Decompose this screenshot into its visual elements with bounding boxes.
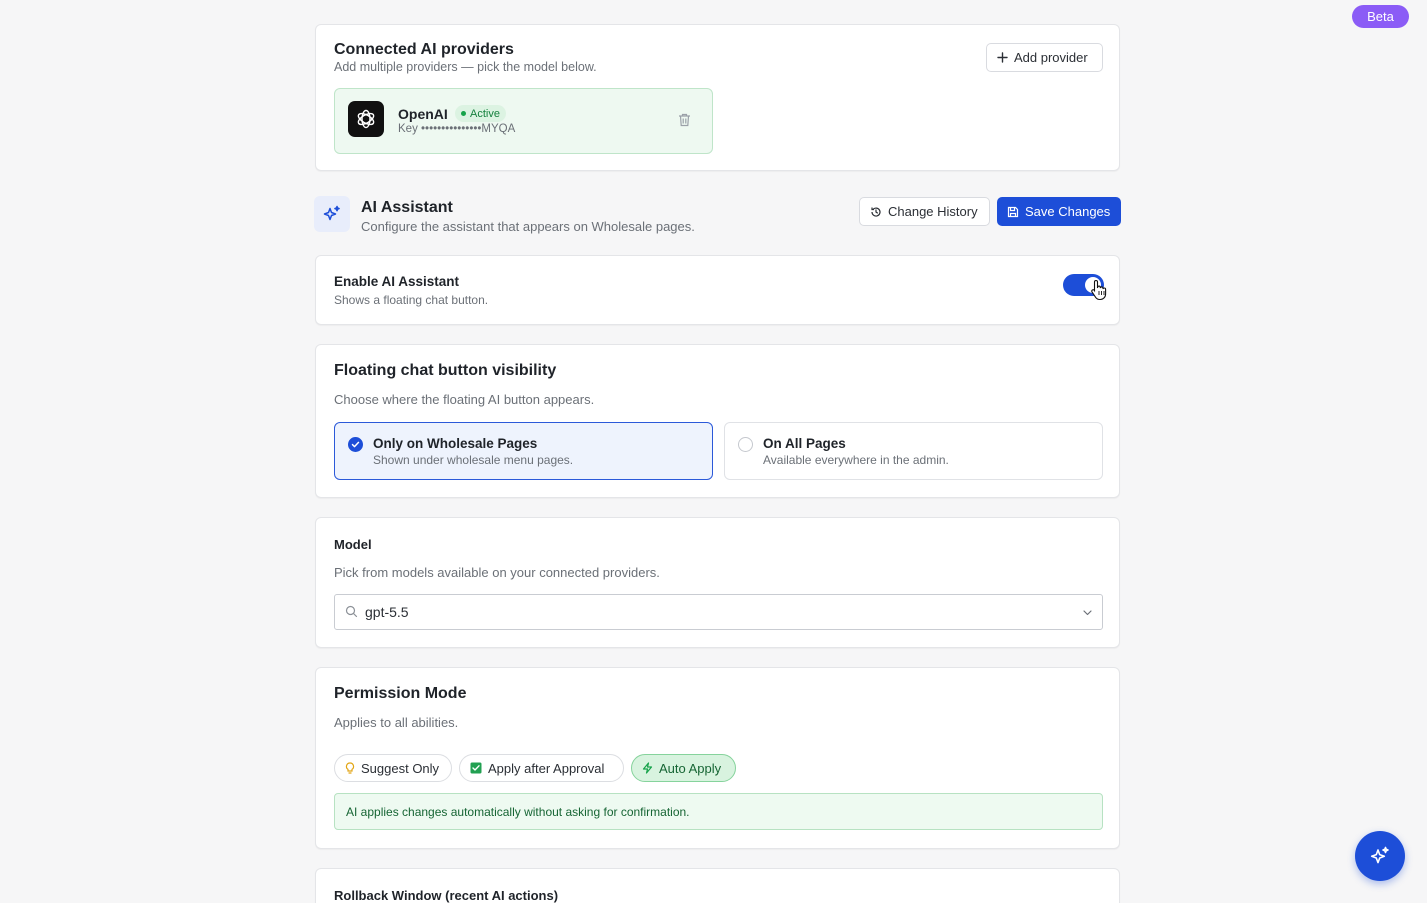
- mode-label: Apply after Approval: [488, 760, 605, 776]
- provider-key: Key •••••••••••••••MYQA: [398, 123, 516, 135]
- status-badge: Active: [455, 105, 506, 122]
- openai-logo-icon: [348, 101, 384, 137]
- radio-checked-icon[interactable]: [348, 437, 363, 452]
- visibility-option-label: Only on Wholesale Pages: [373, 436, 538, 451]
- radio-unchecked-icon[interactable]: [738, 437, 753, 452]
- provider-tile-openai[interactable]: OpenAI Active Key •••••••••••••••MYQA: [334, 88, 713, 154]
- ai-chat-fab[interactable]: [1355, 831, 1405, 881]
- trash-icon[interactable]: [678, 113, 691, 132]
- visibility-card: Floating chat button visibility Choose w…: [315, 344, 1120, 498]
- change-history-label: Change History: [888, 204, 978, 219]
- visibility-subtitle: Choose where the floating AI button appe…: [334, 392, 595, 407]
- model-value: gpt-5.5: [365, 604, 409, 620]
- mode-suggest-only[interactable]: Suggest Only: [334, 754, 452, 782]
- status-label: Active: [470, 107, 500, 120]
- providers-title: Connected AI providers: [334, 41, 514, 58]
- chevron-down-icon: [1083, 610, 1092, 616]
- visibility-option-desc: Available everywhere in the admin.: [763, 453, 949, 467]
- lightbulb-icon: [345, 761, 355, 774]
- providers-subtitle: Add multiple providers — pick the model …: [334, 60, 597, 74]
- checkbox-icon: [470, 762, 482, 774]
- provider-name: OpenAI: [398, 106, 448, 122]
- permission-subtitle: Applies to all abilities.: [334, 715, 459, 730]
- model-title: Model: [334, 537, 372, 552]
- permission-title: Permission Mode: [334, 685, 467, 702]
- add-provider-label: Add provider: [1014, 50, 1088, 65]
- model-select[interactable]: gpt-5.5: [334, 594, 1103, 630]
- mode-label: Auto Apply: [659, 760, 722, 776]
- save-icon: [1007, 206, 1019, 217]
- visibility-title: Floating chat button visibility: [334, 362, 557, 379]
- rollback-title: Rollback Window (recent AI actions): [334, 888, 559, 903]
- save-changes-button[interactable]: Save Changes: [997, 197, 1121, 226]
- enable-card: Enable AI Assistant Shows a floating cha…: [315, 255, 1120, 325]
- model-subtitle: Pick from models available on your conne…: [334, 565, 660, 580]
- sparkle-icon: [314, 196, 350, 232]
- hand-cursor-icon: [1090, 279, 1108, 306]
- rollback-card: Rollback Window (recent AI actions): [315, 868, 1120, 903]
- mode-apply-after-approval[interactable]: Apply after Approval: [459, 754, 624, 782]
- assistant-title: AI Assistant: [361, 199, 453, 216]
- permission-card: Permission Mode Applies to all abilities…: [315, 667, 1120, 849]
- save-changes-label: Save Changes: [1025, 204, 1111, 219]
- enable-title: Enable AI Assistant: [334, 274, 460, 289]
- providers-card: Connected AI providers Add multiple prov…: [315, 24, 1120, 171]
- mode-label: Suggest Only: [361, 760, 440, 776]
- beta-badge: Beta: [1352, 5, 1409, 28]
- lightning-icon: [642, 762, 653, 774]
- visibility-option-all[interactable]: On All Pages Available everywhere in the…: [724, 422, 1103, 480]
- plus-icon: [997, 52, 1008, 63]
- model-card: Model Pick from models available on your…: [315, 517, 1120, 648]
- search-icon: [345, 605, 358, 618]
- visibility-option-label: On All Pages: [763, 436, 846, 451]
- history-icon: [871, 206, 881, 217]
- assistant-subtitle: Configure the assistant that appears on …: [361, 219, 695, 234]
- mode-auto-apply[interactable]: Auto Apply: [631, 754, 736, 782]
- status-dot-icon: [461, 111, 466, 116]
- enable-subtitle: Shows a floating chat button.: [334, 293, 489, 307]
- sparkle-icon: [1370, 846, 1389, 864]
- change-history-button[interactable]: Change History: [859, 197, 990, 226]
- add-provider-button[interactable]: Add provider: [986, 43, 1103, 72]
- permission-info: AI applies changes automatically without…: [334, 793, 1103, 830]
- visibility-option-wholesale[interactable]: Only on Wholesale Pages Shown under whol…: [334, 422, 713, 480]
- visibility-option-desc: Shown under wholesale menu pages.: [373, 453, 574, 467]
